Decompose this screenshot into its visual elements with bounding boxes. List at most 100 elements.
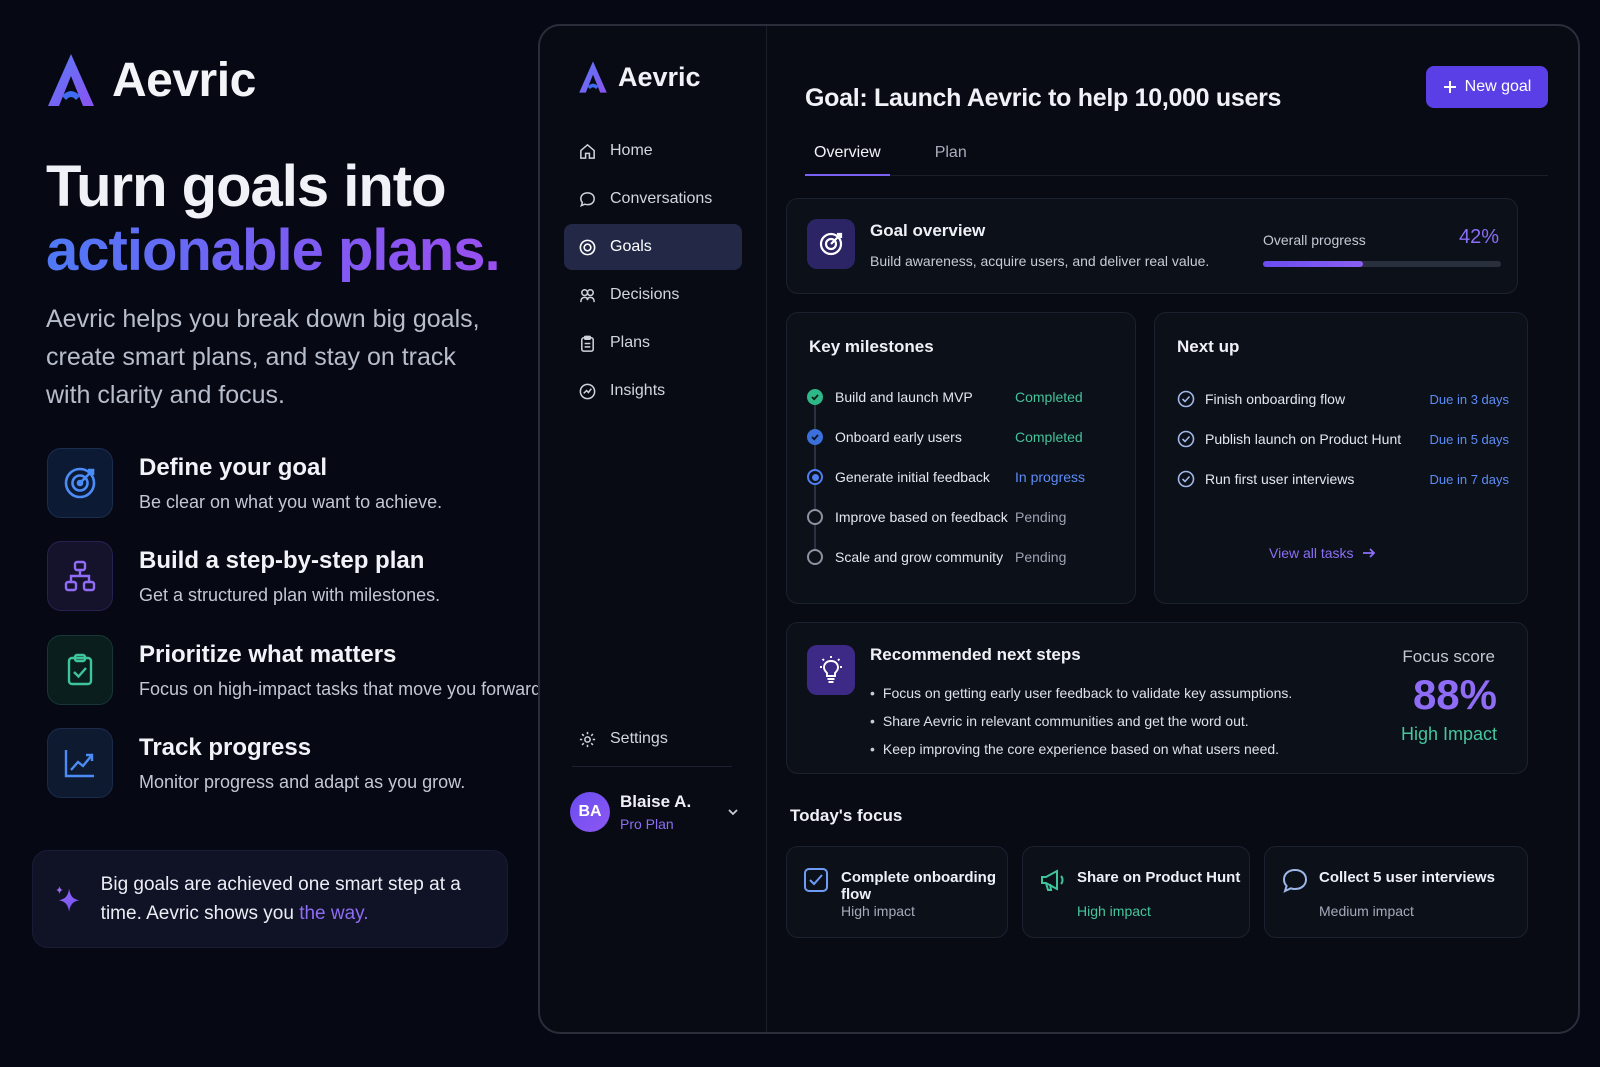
- feature-desc: Be clear on what you want to achieve.: [139, 492, 443, 512]
- next-up-list: Finish onboarding flow Due in 3 days Pub…: [1177, 379, 1509, 499]
- milestone-name: Generate initial feedback: [835, 469, 990, 485]
- lightbulb-icon: [807, 645, 855, 695]
- milestone-item: Scale and grow community Pending: [807, 537, 1085, 577]
- feature-title: Prioritize what matters: [139, 641, 397, 668]
- milestones-title: Key milestones: [809, 337, 934, 356]
- sidebar-item-label: Goals: [610, 238, 652, 255]
- decisions-icon: [580, 288, 595, 302]
- aevric-logo-icon: [48, 54, 94, 106]
- next-up-card: Next up Finish onboarding flow Due in 3 …: [1154, 312, 1528, 604]
- sidebar-item-conversations[interactable]: Conversations: [564, 176, 742, 222]
- avatar: BA: [570, 792, 610, 832]
- milestone-name: Scale and grow community: [835, 549, 1004, 565]
- task-item[interactable]: Run first user interviews Due in 7 days: [1177, 459, 1509, 499]
- brand-name: Aevric: [112, 53, 256, 107]
- chevron-down-icon[interactable]: [726, 805, 740, 819]
- check-circle-icon: [807, 429, 823, 445]
- hero-headline: Turn goals into actionable plans.: [46, 155, 501, 283]
- milestone-name: Onboard early users: [835, 429, 962, 445]
- milestone-name: Build and launch MVP: [835, 389, 973, 405]
- check-circle-icon[interactable]: [1177, 390, 1195, 408]
- recommended-item: Keep improving the core experience based…: [870, 735, 1292, 763]
- milestone-status: Completed: [1015, 389, 1083, 405]
- task-name: Finish onboarding flow: [1205, 391, 1346, 407]
- pending-circle-icon: [807, 549, 823, 565]
- task-item[interactable]: Publish launch on Product Hunt Due in 5 …: [1177, 419, 1509, 459]
- focus-title: Complete onboarding flow: [841, 869, 996, 903]
- milestones-card: Key milestones Build and launch MVP Comp…: [786, 312, 1136, 604]
- home-icon: [580, 143, 595, 159]
- megaphone-icon: [1041, 869, 1064, 891]
- plus-icon: [1443, 81, 1456, 93]
- focus-impact: Medium impact: [1319, 903, 1414, 919]
- sidebar-item-goals[interactable]: Goals: [564, 224, 742, 270]
- check-circle-icon[interactable]: [1177, 430, 1195, 448]
- target-icon: [579, 239, 596, 255]
- task-name: Publish launch on Product Hunt: [1205, 431, 1402, 447]
- feature-track-progress: Track progress Monitor progress and adap…: [47, 728, 465, 798]
- sidebar-item-label: Insights: [610, 382, 666, 399]
- clipboard-icon: [581, 335, 594, 352]
- feature-build-plan: Build a step-by-step plan Get a structur…: [47, 541, 440, 611]
- insights-icon: [579, 383, 596, 399]
- milestone-item: Onboard early users Completed: [807, 417, 1085, 457]
- milestone-item: Build and launch MVP Completed: [807, 377, 1085, 417]
- task-due: Due in 3 days: [1429, 391, 1510, 407]
- gear-icon: [579, 731, 596, 747]
- quote-text: Big goals are achieved one smart step at…: [100, 874, 461, 924]
- sidebar-item-insights[interactable]: Insights: [564, 368, 742, 414]
- tab-plan[interactable]: Plan: [926, 134, 976, 176]
- focus-card[interactable]: Share on Product Hunt High impact: [1022, 846, 1250, 938]
- user-plan: Pro Plan: [620, 816, 674, 832]
- sidebar-nav: Home Conversations Goals Decisions Plans…: [564, 128, 742, 416]
- milestone-status: In progress: [1015, 469, 1086, 485]
- main-content: Goal: Launch Aevric to help 10,000 users…: [786, 26, 1578, 1032]
- progress-bar: [1263, 261, 1501, 267]
- recommended-item: Focus on getting early user feedback to …: [870, 679, 1292, 707]
- sidebar-item-home[interactable]: Home: [564, 128, 742, 174]
- feature-title: Build a step-by-step plan: [139, 547, 425, 574]
- feature-title: Track progress: [139, 734, 312, 761]
- user-menu[interactable]: BA Blaise A. Pro Plan: [570, 792, 740, 832]
- focus-impact: High impact: [841, 903, 915, 919]
- tab-overview[interactable]: Overview: [805, 134, 890, 176]
- chart-trend-icon: [47, 728, 113, 798]
- check-circle-icon[interactable]: [1177, 470, 1195, 488]
- focus-card[interactable]: Complete onboarding flow High impact: [786, 846, 1008, 938]
- sidebar-item-label: Decisions: [610, 286, 680, 303]
- progress-value: 42%: [1458, 226, 1499, 248]
- sidebar-item-settings[interactable]: Settings: [564, 716, 742, 762]
- sidebar-item-decisions[interactable]: Decisions: [564, 272, 742, 318]
- headline-line-2: actionable plans.: [46, 218, 501, 283]
- sparkle-icon: [56, 886, 80, 912]
- hierarchy-icon: [47, 541, 113, 611]
- new-goal-button[interactable]: New goal: [1426, 66, 1548, 108]
- chat-bubble-icon: [1282, 868, 1308, 893]
- milestone-status: Pending: [1015, 549, 1067, 565]
- task-name: Run first user interviews: [1205, 471, 1355, 487]
- goal-overview-title: Goal overview: [870, 221, 986, 240]
- milestone-status: Completed: [1015, 429, 1083, 445]
- feature-desc: Get a structured plan with milestones.: [139, 585, 441, 605]
- view-all-tasks-link[interactable]: View all tasks: [1269, 545, 1376, 561]
- page-title: Goal: Launch Aevric to help 10,000 users: [805, 84, 1282, 112]
- sidebar-brand[interactable]: Aevric: [578, 60, 701, 94]
- task-item[interactable]: Finish onboarding flow Due in 3 days: [1177, 379, 1509, 419]
- focus-score-label: Focus score: [1402, 647, 1495, 666]
- pending-circle-icon: [807, 509, 823, 525]
- sidebar-item-plans[interactable]: Plans: [564, 320, 742, 366]
- focus-card[interactable]: Collect 5 user interviews Medium impact: [1264, 846, 1528, 938]
- sidebar-item-label: Settings: [610, 730, 668, 747]
- milestones-list: Build and launch MVP Completed Onboard e…: [807, 377, 1085, 577]
- recommended-title: Recommended next steps: [870, 645, 1081, 664]
- milestone-item: Improve based on feedback Pending: [807, 497, 1085, 537]
- progress-bar-fill: [1263, 261, 1363, 267]
- goal-overview-desc: Build awareness, acquire users, and deli…: [870, 253, 1210, 269]
- chat-icon: [580, 191, 595, 207]
- focus-title: Collect 5 user interviews: [1319, 869, 1495, 886]
- todays-focus-title: Today's focus: [790, 806, 903, 825]
- checkbox-icon: [804, 868, 828, 892]
- recommended-item: Share Aevric in relevant communities and…: [870, 707, 1292, 735]
- sidebar-item-label: Home: [610, 142, 653, 159]
- feature-title: Define your goal: [139, 454, 328, 481]
